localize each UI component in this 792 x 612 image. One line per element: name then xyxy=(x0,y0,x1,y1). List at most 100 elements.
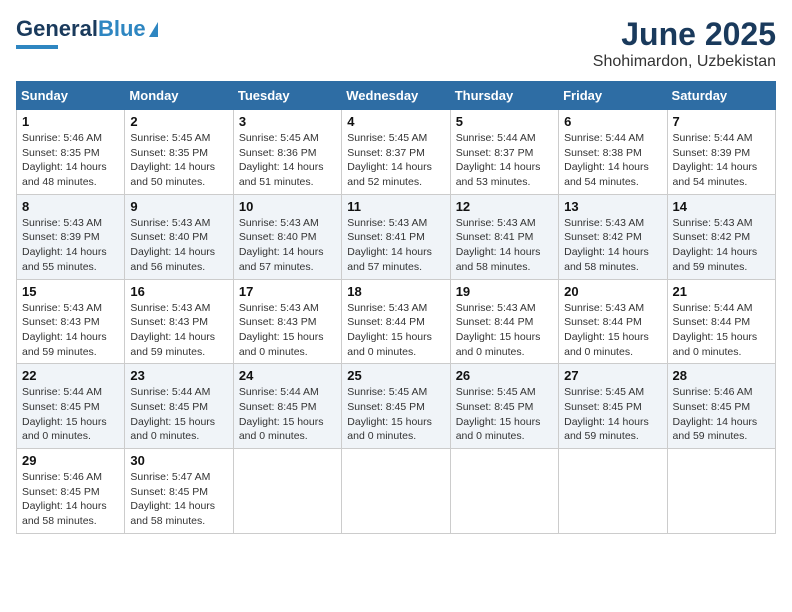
sunset-text: Sunset: 8:36 PM xyxy=(239,147,317,159)
daylight-text: Daylight: 14 hours and 48 minutes. xyxy=(22,161,107,188)
sunrise-text: Sunrise: 5:45 AM xyxy=(456,386,536,398)
table-row: 12 Sunrise: 5:43 AM Sunset: 8:41 PM Dayl… xyxy=(450,194,558,279)
table-row: 13 Sunrise: 5:43 AM Sunset: 8:42 PM Dayl… xyxy=(559,194,667,279)
daylight-text: Daylight: 15 hours and 0 minutes. xyxy=(239,416,324,443)
logo: General Blue xyxy=(16,16,158,49)
table-row: 15 Sunrise: 5:43 AM Sunset: 8:43 PM Dayl… xyxy=(17,279,125,364)
table-row xyxy=(233,449,341,534)
sunset-text: Sunset: 8:41 PM xyxy=(347,231,425,243)
sunrise-text: Sunrise: 5:46 AM xyxy=(22,471,102,483)
daylight-text: Daylight: 14 hours and 59 minutes. xyxy=(130,331,215,358)
day-info: Sunrise: 5:44 AM Sunset: 8:39 PM Dayligh… xyxy=(673,131,770,190)
daylight-text: Daylight: 14 hours and 52 minutes. xyxy=(347,161,432,188)
week-row-3: 15 Sunrise: 5:43 AM Sunset: 8:43 PM Dayl… xyxy=(17,279,776,364)
day-info: Sunrise: 5:43 AM Sunset: 8:43 PM Dayligh… xyxy=(239,301,336,360)
sunset-text: Sunset: 8:38 PM xyxy=(564,147,642,159)
col-header-monday: Monday xyxy=(125,82,233,110)
day-info: Sunrise: 5:44 AM Sunset: 8:44 PM Dayligh… xyxy=(673,301,770,360)
day-info: Sunrise: 5:43 AM Sunset: 8:40 PM Dayligh… xyxy=(239,216,336,275)
sunrise-text: Sunrise: 5:44 AM xyxy=(673,302,753,314)
day-number: 27 xyxy=(564,368,661,383)
sunset-text: Sunset: 8:40 PM xyxy=(239,231,317,243)
sunrise-text: Sunrise: 5:45 AM xyxy=(564,386,644,398)
daylight-text: Daylight: 14 hours and 58 minutes. xyxy=(456,246,541,273)
daylight-text: Daylight: 15 hours and 0 minutes. xyxy=(456,416,541,443)
day-number: 3 xyxy=(239,114,336,129)
col-header-sunday: Sunday xyxy=(17,82,125,110)
sunrise-text: Sunrise: 5:46 AM xyxy=(22,132,102,144)
day-number: 2 xyxy=(130,114,227,129)
logo-blue: Blue xyxy=(98,16,146,42)
sunrise-text: Sunrise: 5:43 AM xyxy=(347,302,427,314)
day-info: Sunrise: 5:43 AM Sunset: 8:41 PM Dayligh… xyxy=(347,216,444,275)
day-number: 26 xyxy=(456,368,553,383)
sunset-text: Sunset: 8:41 PM xyxy=(456,231,534,243)
sunrise-text: Sunrise: 5:44 AM xyxy=(673,132,753,144)
day-number: 17 xyxy=(239,284,336,299)
table-row: 24 Sunrise: 5:44 AM Sunset: 8:45 PM Dayl… xyxy=(233,364,341,449)
daylight-text: Daylight: 14 hours and 58 minutes. xyxy=(22,500,107,527)
calendar-table: SundayMondayTuesdayWednesdayThursdayFrid… xyxy=(16,81,776,534)
daylight-text: Daylight: 14 hours and 55 minutes. xyxy=(22,246,107,273)
daylight-text: Daylight: 14 hours and 51 minutes. xyxy=(239,161,324,188)
day-number: 22 xyxy=(22,368,119,383)
sunset-text: Sunset: 8:44 PM xyxy=(673,316,751,328)
sunset-text: Sunset: 8:39 PM xyxy=(673,147,751,159)
day-number: 7 xyxy=(673,114,770,129)
sunrise-text: Sunrise: 5:43 AM xyxy=(239,302,319,314)
table-row: 26 Sunrise: 5:45 AM Sunset: 8:45 PM Dayl… xyxy=(450,364,558,449)
day-number: 13 xyxy=(564,199,661,214)
day-number: 16 xyxy=(130,284,227,299)
sunset-text: Sunset: 8:42 PM xyxy=(564,231,642,243)
daylight-text: Daylight: 15 hours and 0 minutes. xyxy=(22,416,107,443)
logo-underline xyxy=(16,45,58,49)
table-row: 22 Sunrise: 5:44 AM Sunset: 8:45 PM Dayl… xyxy=(17,364,125,449)
sunset-text: Sunset: 8:43 PM xyxy=(130,316,208,328)
sunrise-text: Sunrise: 5:43 AM xyxy=(130,302,210,314)
sunset-text: Sunset: 8:45 PM xyxy=(673,401,751,413)
logo-general: General xyxy=(16,16,98,42)
col-header-friday: Friday xyxy=(559,82,667,110)
sunset-text: Sunset: 8:37 PM xyxy=(347,147,425,159)
table-row: 9 Sunrise: 5:43 AM Sunset: 8:40 PM Dayli… xyxy=(125,194,233,279)
table-row: 14 Sunrise: 5:43 AM Sunset: 8:42 PM Dayl… xyxy=(667,194,775,279)
table-row: 19 Sunrise: 5:43 AM Sunset: 8:44 PM Dayl… xyxy=(450,279,558,364)
sunrise-text: Sunrise: 5:43 AM xyxy=(130,217,210,229)
table-row: 7 Sunrise: 5:44 AM Sunset: 8:39 PM Dayli… xyxy=(667,110,775,195)
daylight-text: Daylight: 14 hours and 59 minutes. xyxy=(673,416,758,443)
day-info: Sunrise: 5:43 AM Sunset: 8:44 PM Dayligh… xyxy=(456,301,553,360)
table-row xyxy=(450,449,558,534)
daylight-text: Daylight: 15 hours and 0 minutes. xyxy=(347,416,432,443)
day-number: 10 xyxy=(239,199,336,214)
sunset-text: Sunset: 8:44 PM xyxy=(347,316,425,328)
table-row: 27 Sunrise: 5:45 AM Sunset: 8:45 PM Dayl… xyxy=(559,364,667,449)
table-row: 2 Sunrise: 5:45 AM Sunset: 8:35 PM Dayli… xyxy=(125,110,233,195)
month-title: June 2025 xyxy=(593,16,776,53)
day-info: Sunrise: 5:43 AM Sunset: 8:39 PM Dayligh… xyxy=(22,216,119,275)
day-info: Sunrise: 5:44 AM Sunset: 8:38 PM Dayligh… xyxy=(564,131,661,190)
week-row-1: 1 Sunrise: 5:46 AM Sunset: 8:35 PM Dayli… xyxy=(17,110,776,195)
sunrise-text: Sunrise: 5:43 AM xyxy=(564,302,644,314)
day-info: Sunrise: 5:43 AM Sunset: 8:44 PM Dayligh… xyxy=(564,301,661,360)
day-info: Sunrise: 5:43 AM Sunset: 8:40 PM Dayligh… xyxy=(130,216,227,275)
daylight-text: Daylight: 15 hours and 0 minutes. xyxy=(456,331,541,358)
day-info: Sunrise: 5:46 AM Sunset: 8:45 PM Dayligh… xyxy=(673,385,770,444)
daylight-text: Daylight: 14 hours and 59 minutes. xyxy=(22,331,107,358)
day-number: 14 xyxy=(673,199,770,214)
table-row: 21 Sunrise: 5:44 AM Sunset: 8:44 PM Dayl… xyxy=(667,279,775,364)
sunset-text: Sunset: 8:44 PM xyxy=(564,316,642,328)
sunrise-text: Sunrise: 5:45 AM xyxy=(130,132,210,144)
table-row xyxy=(559,449,667,534)
daylight-text: Daylight: 14 hours and 54 minutes. xyxy=(673,161,758,188)
sunset-text: Sunset: 8:39 PM xyxy=(22,231,100,243)
sunrise-text: Sunrise: 5:45 AM xyxy=(347,386,427,398)
sunset-text: Sunset: 8:42 PM xyxy=(673,231,751,243)
daylight-text: Daylight: 14 hours and 56 minutes. xyxy=(130,246,215,273)
daylight-text: Daylight: 14 hours and 58 minutes. xyxy=(130,500,215,527)
day-number: 5 xyxy=(456,114,553,129)
daylight-text: Daylight: 14 hours and 59 minutes. xyxy=(564,416,649,443)
col-header-thursday: Thursday xyxy=(450,82,558,110)
daylight-text: Daylight: 15 hours and 0 minutes. xyxy=(130,416,215,443)
sunset-text: Sunset: 8:43 PM xyxy=(22,316,100,328)
table-row: 11 Sunrise: 5:43 AM Sunset: 8:41 PM Dayl… xyxy=(342,194,450,279)
